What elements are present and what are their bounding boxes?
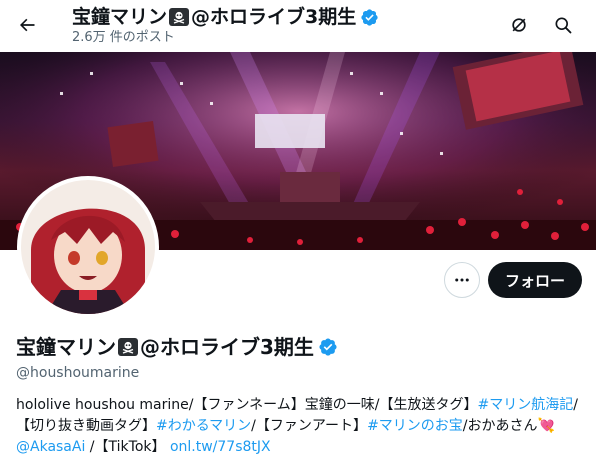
hashtag-link[interactable]: #マリンのお宝 (367, 418, 463, 434)
search-icon (555, 17, 572, 34)
bio-text: hololive houshou marine/【ファンネーム】宝鐘の一味/【生… (16, 397, 478, 413)
bell-slash-icon (512, 18, 526, 32)
external-link[interactable]: onl.tw/77s8tJX (170, 439, 271, 455)
profile-name-affiliation: @ホロライブ3期生 (140, 335, 314, 359)
arrow-left-icon (20, 18, 35, 32)
heart-emoji: 💘 (537, 418, 555, 434)
page-title: 宝鐘マリン @ホロライブ3期生 (72, 4, 379, 30)
hashtag-link[interactable]: #わかるマリン (156, 418, 251, 434)
bio-text: /おかあさん (462, 418, 538, 434)
avatar[interactable] (17, 176, 159, 318)
verified-badge-icon[interactable] (318, 337, 338, 357)
mention-link[interactable]: @AkasaAi (16, 439, 85, 455)
more-options-button[interactable] (444, 262, 480, 298)
follow-button[interactable]: フォロー (488, 262, 582, 298)
back-button[interactable] (10, 8, 44, 42)
profile-bio: hololive houshou marine/【ファンネーム】宝鐘の一味/【生… (16, 395, 584, 458)
skull-crossbones-icon (169, 8, 190, 26)
more-horizontal-icon (455, 278, 469, 282)
profile-name: 宝鐘マリン @ホロライブ3期生 (16, 333, 338, 361)
top-bar: 宝鐘マリン @ホロライブ3期生 2.6万 件のポスト (0, 0, 596, 52)
profile-name-text: 宝鐘マリン (16, 335, 116, 359)
title-name: 宝鐘マリン (72, 6, 168, 28)
skull-crossbones-icon (118, 338, 138, 356)
avatar-image (21, 180, 155, 314)
header-title-block: 宝鐘マリン @ホロライブ3期生 2.6万 件のポスト (72, 4, 379, 46)
notifications-button[interactable] (502, 8, 536, 42)
hashtag-link[interactable]: #マリン航海記 (477, 397, 573, 413)
search-button[interactable] (546, 8, 580, 42)
bio-text: /【ファンアート】 (251, 418, 368, 434)
title-affiliation: @ホロライブ3期生 (191, 6, 357, 28)
verified-badge-icon (360, 8, 379, 27)
bio-text: /【TikTok】 (85, 439, 166, 455)
post-count: 2.6万 件のポスト (72, 30, 175, 45)
profile-handle: @houshoumarine (16, 365, 140, 381)
